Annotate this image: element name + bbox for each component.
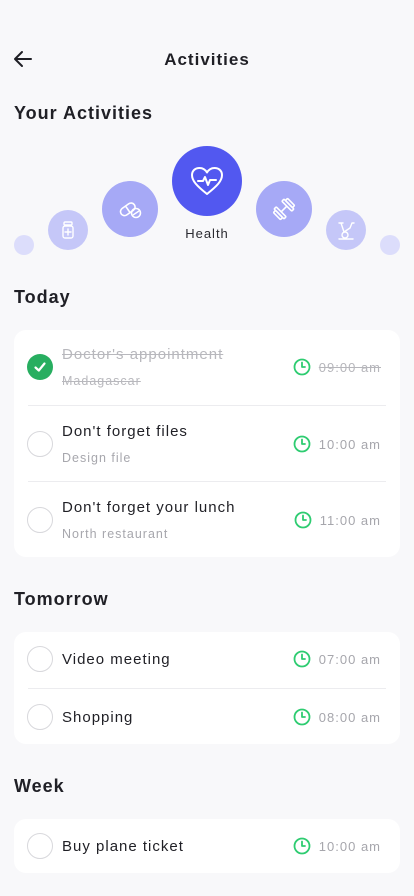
task-title: Don't forget your lunch (62, 499, 236, 516)
task-time-text: 10:00 am (318, 436, 381, 452)
task-time: 11:00 am (294, 511, 381, 529)
task-checkbox[interactable] (27, 507, 53, 533)
tomorrow-section-title: Tomorrow (14, 589, 109, 609)
today-section-title: Today (14, 287, 71, 307)
page-title: Activities (164, 50, 250, 69)
clock-icon (293, 358, 311, 376)
week-card: Buy plane ticket 10:00 am (14, 819, 400, 873)
activity-dot-right[interactable] (380, 235, 400, 255)
heart-pulse-icon (191, 167, 223, 195)
task-subtitle: Design file (62, 451, 132, 465)
task-row[interactable]: Don't forget your lunch North restaurant… (14, 482, 400, 557)
task-time-text: 08:00 am (318, 709, 381, 725)
exercise-bike-icon (338, 222, 355, 240)
task-time-text: 11:00 am (319, 512, 381, 528)
tomorrow-card: Video meeting 07:00 am Shopping 08:00 am (14, 632, 400, 744)
task-title: Video meeting (62, 651, 171, 668)
task-checkbox[interactable] (27, 431, 53, 457)
activity-dot-left[interactable] (14, 235, 34, 255)
week-section-title: Week (14, 776, 65, 796)
task-time: 10:00 am (293, 435, 381, 453)
task-subtitle: North restaurant (62, 527, 169, 541)
task-time-text: 10:00 am (318, 838, 381, 854)
task-row[interactable]: Buy plane ticket 10:00 am (14, 819, 400, 873)
activity-health[interactable] (172, 146, 242, 216)
activity-fitness[interactable] (256, 181, 312, 237)
clock-icon (293, 650, 311, 668)
task-time-text: 09:00 am (318, 359, 381, 375)
task-time: 07:00 am (293, 650, 381, 668)
clock-icon (293, 435, 311, 453)
task-checkbox[interactable] (27, 704, 53, 730)
task-title: Shopping (62, 709, 134, 726)
task-time: 09:00 am (293, 358, 381, 376)
pills-icon (119, 202, 142, 219)
activity-selected-label: Health (185, 226, 229, 241)
task-title: Buy plane ticket (62, 838, 184, 855)
header: Activities (0, 0, 414, 120)
task-row[interactable]: Don't forget files Design file 10:00 am (14, 406, 400, 483)
task-checkbox[interactable] (27, 646, 53, 672)
activities-section-title: Your Activities (14, 103, 154, 123)
task-row[interactable]: Doctor's appointment Madagascar 09:00 am (14, 330, 400, 406)
task-title: Don't forget files (62, 423, 188, 440)
task-checkbox-checked[interactable] (27, 354, 53, 380)
task-checkbox[interactable] (27, 833, 53, 859)
medicine-bottle-icon (62, 221, 74, 239)
task-time: 08:00 am (293, 708, 381, 726)
checkmark-icon (34, 362, 46, 372)
clock-icon (294, 511, 312, 529)
task-row[interactable]: Video meeting 07:00 am (14, 632, 400, 688)
task-time: 10:00 am (293, 837, 381, 855)
task-subtitle: Madagascar (62, 374, 141, 388)
clock-icon (293, 708, 311, 726)
activity-pills[interactable] (102, 181, 158, 237)
clock-icon (293, 837, 311, 855)
task-time-text: 07:00 am (318, 651, 381, 667)
task-row[interactable]: Shopping 08:00 am (14, 689, 400, 744)
task-title: Doctor's appointment (62, 346, 224, 363)
dumbbell-icon (273, 198, 295, 220)
activity-medicine[interactable] (48, 210, 88, 250)
activity-bike[interactable] (326, 210, 366, 250)
today-card: Doctor's appointment Madagascar 09:00 am… (14, 330, 400, 557)
